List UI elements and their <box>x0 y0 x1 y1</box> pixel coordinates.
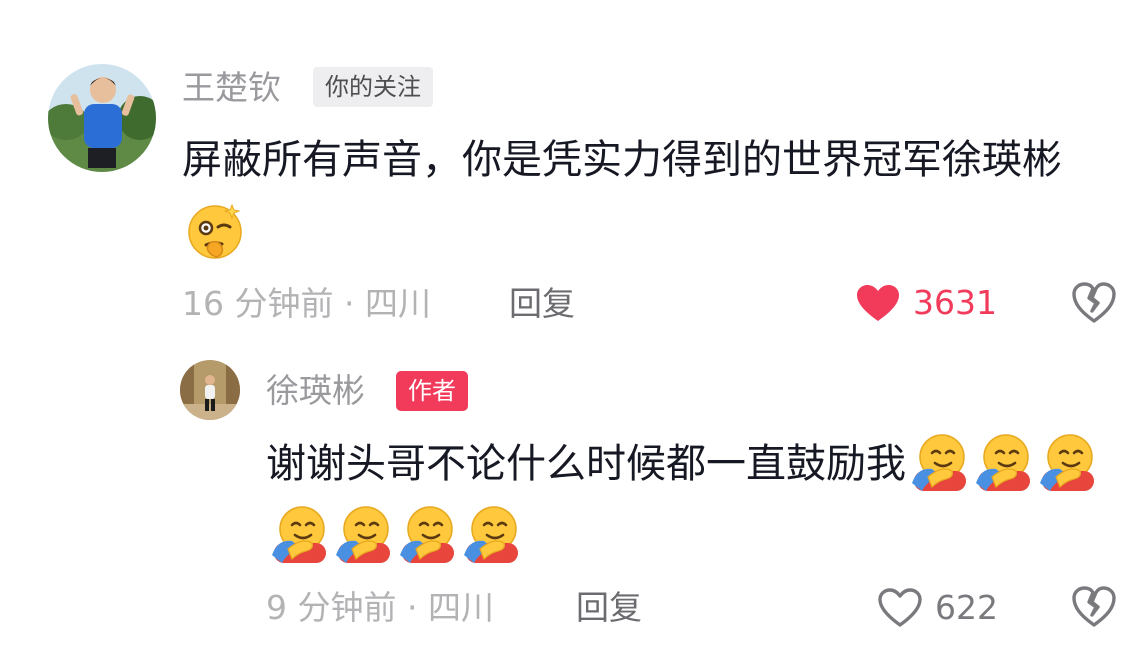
avatar-photo-icon <box>48 64 156 172</box>
comment-body: 屏蔽所有声音，你是凭实力得到的世界冠军徐瑛彬 <box>182 137 1062 183</box>
like-button[interactable]: 622 <box>877 587 998 629</box>
hugging-face-emoji-icon <box>972 431 1034 493</box>
hugging-face-emoji-icon <box>460 503 522 565</box>
reply-author-name[interactable]: 徐瑛彬 <box>266 371 365 411</box>
reply-text: 谢谢头哥不论什么时候都一直鼓励我 <box>266 428 1126 572</box>
broken-heart-icon <box>1072 586 1116 627</box>
hugging-face-emoji-icon <box>1036 431 1098 493</box>
avatar[interactable] <box>48 64 156 172</box>
hugging-face-emoji-icon <box>396 503 458 565</box>
reply-body: 谢谢头哥不论什么时候都一直鼓励我 <box>266 441 906 487</box>
reply-time-location: 9 分钟前 · 四川 <box>266 588 494 627</box>
avatar-photo-icon <box>180 360 240 420</box>
comment-thread: 王楚钦 你的关注 屏蔽所有声音，你是凭实力得到的世界冠军徐瑛彬 16 分钟前 ·… <box>0 0 1148 662</box>
thinking-face-emoji-icon <box>184 199 246 261</box>
heart-filled-icon <box>857 285 899 321</box>
hugging-face-emoji-icon <box>268 503 330 565</box>
author-badge: 作者 <box>396 371 468 411</box>
heart-outline-icon <box>878 588 922 627</box>
hugging-face-emoji-icon <box>332 503 394 565</box>
comment-time-location: 16 分钟前 · 四川 <box>182 284 431 323</box>
reply-button[interactable]: 回复 <box>576 588 642 628</box>
hugging-face-emoji-icon <box>908 431 970 493</box>
like-count: 3631 <box>913 283 997 322</box>
broken-heart-icon <box>1072 282 1116 323</box>
following-badge: 你的关注 <box>313 67 433 107</box>
comment-text: 屏蔽所有声音，你是凭实力得到的世界冠军徐瑛彬 <box>182 124 1102 268</box>
like-button[interactable]: 3631 <box>855 283 997 323</box>
comment-author-name[interactable]: 王楚钦 <box>182 68 281 108</box>
reply-button[interactable]: 回复 <box>509 284 575 324</box>
like-count: 622 <box>935 588 998 627</box>
reply-avatar[interactable] <box>180 360 240 420</box>
dislike-button[interactable] <box>1071 585 1117 633</box>
dislike-button[interactable] <box>1071 281 1117 329</box>
